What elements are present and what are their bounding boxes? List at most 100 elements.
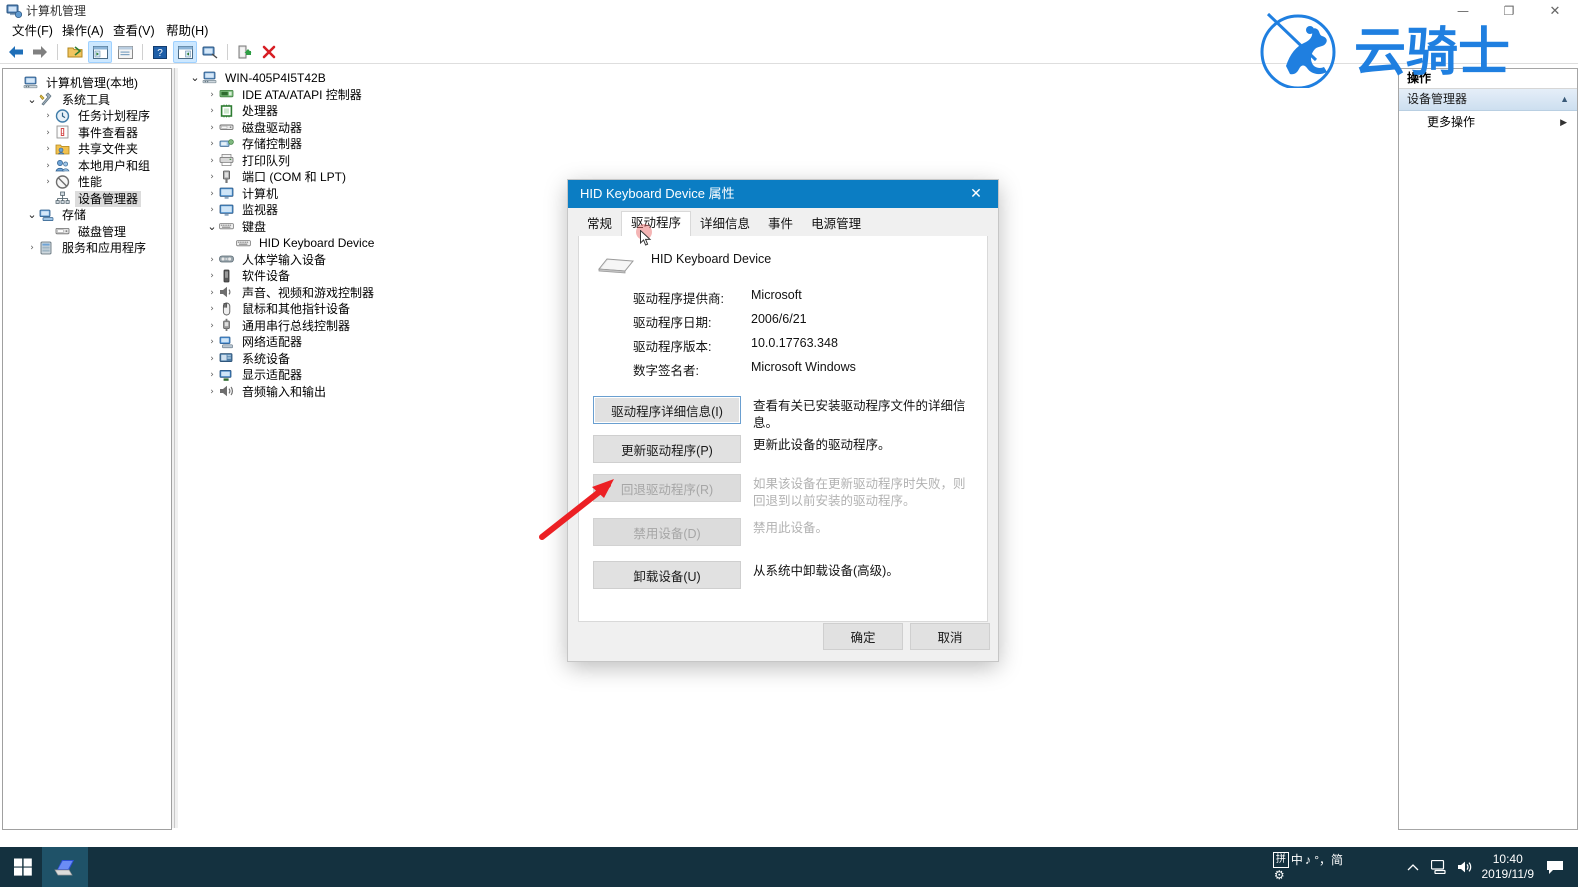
menu-help[interactable]: 帮助(H): [158, 22, 216, 41]
tree-item-label: 服务和应用程序: [62, 241, 147, 255]
tree-item[interactable]: › 本地用户和组: [7, 158, 171, 175]
chevron-right-icon[interactable]: ›: [41, 158, 55, 175]
tree-item[interactable]: 设备管理器: [7, 190, 171, 207]
tree-item[interactable]: › 性能: [7, 174, 171, 191]
chevron-right-icon[interactable]: ›: [41, 174, 55, 191]
chevron-right-icon[interactable]: ›: [41, 108, 55, 125]
chevron-down-icon[interactable]: ⌄: [25, 209, 39, 220]
actions-row-more-actions[interactable]: 更多操作 ▶: [1399, 111, 1577, 133]
tree-item[interactable]: ⌄ WIN-405P4I5T42B: [184, 70, 1390, 87]
window-title: 计算机管理: [26, 4, 87, 18]
cancel-button[interactable]: 取消: [910, 623, 990, 650]
scan-hardware-icon[interactable]: [199, 42, 221, 62]
driver-action-description: 如果该设备在更新驱动程序时失败，则回退到以前安装的驱动程序。: [753, 477, 966, 508]
minimize-button[interactable]: —: [1440, 0, 1486, 22]
chevron-down-icon[interactable]: ⌄: [205, 221, 219, 232]
chevron-up-icon[interactable]: ▲: [1560, 89, 1569, 110]
chevron-right-icon[interactable]: ›: [205, 318, 219, 335]
ime-indicator[interactable]: 拼 中 ♪ °，简 ⚙: [1272, 847, 1343, 887]
back-icon[interactable]: [5, 42, 27, 62]
uninstall-device-icon[interactable]: [258, 42, 280, 62]
chevron-right-icon[interactable]: ›: [205, 87, 219, 104]
tree-item[interactable]: ⌄ 存储: [7, 207, 171, 224]
ime-lang[interactable]: 中: [1291, 853, 1303, 867]
chevron-right-icon[interactable]: ›: [205, 103, 219, 120]
chevron-right-icon[interactable]: ›: [205, 285, 219, 302]
driver-action-button-0[interactable]: 驱动程序详细信息(I): [593, 396, 741, 424]
windows-start-icon[interactable]: [0, 847, 46, 887]
dialog-titlebar: HID Keyboard Device 属性 ✕: [568, 180, 998, 208]
volume-icon[interactable]: [1452, 847, 1478, 887]
driver-info-value: Microsoft Windows: [751, 360, 856, 374]
menu-view[interactable]: 查看(V): [105, 22, 163, 41]
chevron-right-icon[interactable]: ›: [205, 334, 219, 351]
tree-item[interactable]: › 磁盘驱动器: [184, 120, 1390, 137]
dialog-close-button[interactable]: ✕: [954, 180, 998, 208]
driver-action-button-4[interactable]: 卸载设备(U): [593, 561, 741, 589]
ime-settings-gear-icon[interactable]: ⚙: [1273, 868, 1343, 882]
ime-mode-icon[interactable]: 拼: [1272, 852, 1289, 868]
services-applications-icon: [39, 241, 56, 256]
show-hidden-icons[interactable]: [1400, 847, 1426, 887]
forward-icon[interactable]: [29, 42, 51, 62]
tab-4[interactable]: 电源管理: [802, 213, 870, 236]
tree-item[interactable]: › 服务和应用程序: [7, 240, 171, 257]
chevron-right-icon[interactable]: ›: [41, 141, 55, 158]
chevron-right-icon[interactable]: ›: [205, 169, 219, 186]
maximize-button[interactable]: ❐: [1486, 0, 1532, 22]
chevron-right-icon[interactable]: ›: [205, 351, 219, 368]
tree-item[interactable]: › 事件查看器: [7, 125, 171, 142]
chevron-right-icon[interactable]: ›: [41, 125, 55, 142]
chevron-down-icon[interactable]: ⌄: [188, 72, 202, 83]
ok-button[interactable]: 确定: [823, 623, 903, 650]
tab-2[interactable]: 详细信息: [691, 213, 759, 236]
ime-glyphs[interactable]: ♪ °，简: [1305, 853, 1343, 867]
tree-item-label: HID Keyboard Device: [259, 236, 375, 250]
tree-item[interactable]: › IDE ATA/ATAPI 控制器: [184, 87, 1390, 104]
show-action-pane-icon[interactable]: [173, 41, 197, 63]
computer-management-taskbar-icon[interactable]: [42, 847, 88, 887]
help-icon[interactable]: ?: [149, 42, 171, 62]
chevron-right-icon[interactable]: ›: [205, 153, 219, 170]
chevron-right-icon[interactable]: ›: [205, 268, 219, 285]
tree-item-label: 显示适配器: [242, 368, 303, 382]
network-icon[interactable]: [1426, 847, 1452, 887]
tab-1[interactable]: 驱动程序: [621, 211, 692, 237]
chevron-right-icon[interactable]: ›: [205, 301, 219, 318]
properties-icon[interactable]: [114, 42, 136, 62]
actions-group-device-manager[interactable]: 设备管理器 ▲: [1399, 89, 1577, 111]
tree-item[interactable]: › 存储控制器: [184, 136, 1390, 153]
chevron-down-icon[interactable]: ⌄: [25, 94, 39, 105]
update-driver-icon[interactable]: [234, 42, 256, 62]
chevron-right-icon[interactable]: ›: [205, 367, 219, 384]
tree-item[interactable]: › 任务计划程序: [7, 108, 171, 125]
tree-item[interactable]: › 共享文件夹: [7, 141, 171, 158]
menu-action[interactable]: 操作(A): [54, 22, 112, 41]
tree-item[interactable]: 磁盘管理: [7, 224, 171, 241]
menu-file[interactable]: 文件(F): [4, 22, 61, 41]
notification-center-icon[interactable]: [1540, 847, 1570, 887]
tree-item[interactable]: › 打印队列: [184, 153, 1390, 170]
driver-action-button-1[interactable]: 更新驱动程序(P): [593, 435, 741, 463]
tree-item-label: 监视器: [242, 203, 279, 217]
close-button[interactable]: ✕: [1532, 0, 1578, 22]
chevron-right-icon[interactable]: ›: [25, 240, 39, 257]
chevron-right-icon[interactable]: ›: [205, 252, 219, 269]
chevron-right-icon[interactable]: ›: [205, 136, 219, 153]
taskbar-clock[interactable]: 10:40 2019/11/9: [1482, 847, 1535, 887]
chevron-right-icon[interactable]: ›: [205, 120, 219, 137]
tree-item[interactable]: › 处理器: [184, 103, 1390, 120]
chevron-right-icon[interactable]: ›: [205, 202, 219, 219]
driver-action-row: 卸载设备(U) 从系统中卸载设备(高级)。: [593, 561, 973, 589]
chevron-right-icon[interactable]: ›: [205, 186, 219, 203]
tab-3[interactable]: 事件: [759, 213, 802, 236]
show-hide-console-tree-icon[interactable]: [88, 41, 112, 63]
tab-0[interactable]: 常规: [578, 213, 621, 236]
tree-item-label: 磁盘管理: [78, 224, 127, 239]
tree-item[interactable]: 计算机管理(本地): [7, 75, 171, 92]
chevron-right-icon[interactable]: ›: [205, 384, 219, 401]
console-tree-pane[interactable]: 计算机管理(本地) ⌄ 系统工具 › 任务计划程序 › 事件查看器 › 共享文件夹 › 本地用户和组…: [2, 68, 172, 830]
show-hide-tree-icon[interactable]: [64, 42, 86, 62]
keyboard-icon: [219, 219, 236, 234]
tree-item[interactable]: ⌄ 系统工具: [7, 92, 171, 109]
